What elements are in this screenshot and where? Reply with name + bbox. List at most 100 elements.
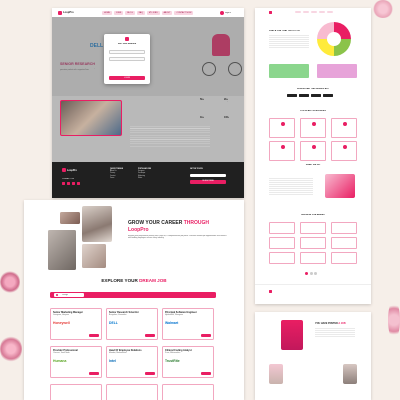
job-card[interactable]: Principal Software Engineer Hyderabad, T…	[162, 308, 214, 340]
job-area-card[interactable]	[269, 237, 295, 249]
about-text	[269, 178, 313, 196]
stat-label-2: Companies	[224, 101, 233, 102]
mobile-nav	[295, 11, 333, 14]
category-card[interactable]	[300, 118, 326, 138]
brand-logo-icon	[58, 10, 62, 15]
category-card[interactable]	[300, 141, 326, 161]
footer-connect-label: CONNECT US	[62, 178, 74, 180]
apply-button[interactable]	[201, 372, 211, 375]
job-card-partial[interactable]	[106, 384, 158, 400]
job-card[interactable]: Senior Research Scientist Bangalore, Kar…	[106, 308, 158, 340]
nav-item-home[interactable]: HOME	[102, 11, 112, 15]
footer-link[interactable]: Terms	[110, 178, 123, 181]
category-icon	[312, 145, 316, 149]
category-icon	[343, 145, 347, 149]
subscribe-button[interactable]: SUBSCRIBE	[190, 180, 226, 184]
posted-heading-text: YOU HAVE POSTED	[315, 322, 338, 325]
job-card-partial[interactable]	[162, 384, 214, 400]
job-search-input[interactable]	[54, 293, 84, 297]
category-card[interactable]	[269, 141, 295, 161]
job-area-card[interactable]	[331, 252, 357, 264]
page-dot[interactable]	[309, 272, 313, 275]
company-logo: Honeywell	[53, 321, 70, 325]
category-icon	[281, 145, 285, 149]
posted-text	[315, 328, 355, 338]
posted-heading-accent: A JOB	[338, 322, 346, 325]
nav-item-jobs[interactable]: JOBS	[114, 11, 124, 15]
job-card-partial[interactable]	[50, 384, 102, 400]
app-store-badge[interactable]	[287, 94, 297, 97]
apply-button[interactable]	[201, 334, 211, 337]
play-store-badge[interactable]	[299, 94, 309, 97]
linkedin-icon[interactable]	[77, 182, 80, 185]
login-modal: Sell Your Moment Email Password LOGIN	[104, 34, 150, 84]
mobile-nav-item[interactable]	[311, 11, 317, 14]
job-area-card[interactable]	[300, 237, 326, 249]
category-card[interactable]	[269, 118, 295, 138]
mobile-nav-item[interactable]	[327, 11, 333, 14]
newsletter-email-input[interactable]	[190, 174, 226, 177]
job-card[interactable]: Provider Professional Chennai, Tamil Nad…	[50, 346, 102, 378]
web-badge[interactable]	[311, 94, 321, 97]
nav-item-faq[interactable]: FAQ	[136, 11, 145, 15]
mobile-nav-item[interactable]	[295, 11, 301, 14]
mobile-home-panel: FIND A JOB THAT SUITS YOU DOWNLOAD THE M…	[255, 8, 371, 304]
login-button[interactable]: LOGIN	[109, 76, 145, 80]
desktop-badge[interactable]	[323, 94, 333, 97]
posted-person-2	[269, 364, 283, 384]
job-card[interactable]: Head Of Employee Relations Mumbai, Mahar…	[106, 346, 158, 378]
user-avatar-icon[interactable]	[220, 10, 224, 15]
nav-item-blog[interactable]: BLOG	[125, 11, 135, 15]
social-icons	[62, 182, 80, 185]
instagram-icon[interactable]	[72, 182, 75, 185]
email-field[interactable]: Email	[109, 50, 145, 54]
brand-name: LoopPro	[63, 11, 74, 14]
nav-item-about[interactable]: ABOUT	[161, 11, 173, 15]
mobile-stats-text	[269, 35, 309, 49]
mobile-nav-item[interactable]	[303, 11, 309, 14]
apply-button[interactable]	[89, 372, 99, 375]
modal-title: Sell Your Moment	[117, 43, 137, 45]
landing-page-panel: LoopPro HOME JOBS BLOG FAQ MY JOBS ABOUT…	[52, 8, 244, 198]
company-logo: DELL	[109, 321, 118, 325]
twitter-icon[interactable]	[67, 182, 70, 185]
page-dot-active[interactable]	[305, 272, 308, 275]
company-logo: Intel	[109, 359, 116, 363]
footer-link[interactable]: Writer	[138, 178, 151, 181]
job-card[interactable]: Clinical Coding Analyst Pune, Maharashtr…	[162, 346, 214, 378]
apply-button[interactable]	[145, 372, 155, 375]
footer-brand: LoopPro	[67, 168, 77, 172]
download-heading: DOWNLOAD THE MOBILE APP	[296, 88, 330, 90]
screenshot-root: { "brand": {"name": "LoopPro", "accent":…	[0, 0, 400, 400]
job-card[interactable]: Senior Marketing Manager Gurugram, Harya…	[50, 308, 102, 340]
app-card-right[interactable]	[317, 64, 357, 78]
password-field[interactable]: Password	[109, 57, 145, 61]
category-card[interactable]	[331, 141, 357, 161]
page-dot[interactable]	[314, 272, 317, 275]
job-area-card[interactable]	[300, 222, 326, 234]
job-area-card[interactable]	[331, 237, 357, 249]
nav-item-contact[interactable]: CONTACT NOW	[174, 11, 194, 15]
company-logo: TrustRite	[165, 359, 180, 363]
job-area-card[interactable]	[269, 252, 295, 264]
about-text-block	[130, 126, 210, 148]
apply-button[interactable]	[89, 334, 99, 337]
about-heading: WHAT WE DO	[305, 164, 321, 166]
job-area-card[interactable]	[300, 252, 326, 264]
office-team-image	[60, 100, 122, 136]
sign-in-link[interactable]: Sign In	[225, 12, 231, 14]
mobile-nav-item[interactable]	[319, 11, 325, 14]
job-location: Chennai, Tamil Nadu	[53, 352, 70, 354]
category-card[interactable]	[331, 118, 357, 138]
career-photo-large	[82, 206, 112, 242]
footer-col-quick: QUICK THINGS About Us Privacy Contact Te…	[110, 168, 123, 181]
explore-heading-text: EXPLORE YOUR	[101, 278, 138, 283]
app-card-left[interactable]	[269, 64, 309, 78]
apply-button[interactable]	[145, 334, 155, 337]
password-placeholder: Password	[111, 58, 118, 60]
nav-item-my-jobs[interactable]: MY JOBS	[146, 11, 160, 15]
job-area-card[interactable]	[269, 222, 295, 234]
job-area-card[interactable]	[331, 222, 357, 234]
facebook-icon[interactable]	[62, 182, 65, 185]
explore-jobs-panel: GROW YOUR CAREER THROUGH LoopPro Elevate…	[24, 200, 244, 400]
